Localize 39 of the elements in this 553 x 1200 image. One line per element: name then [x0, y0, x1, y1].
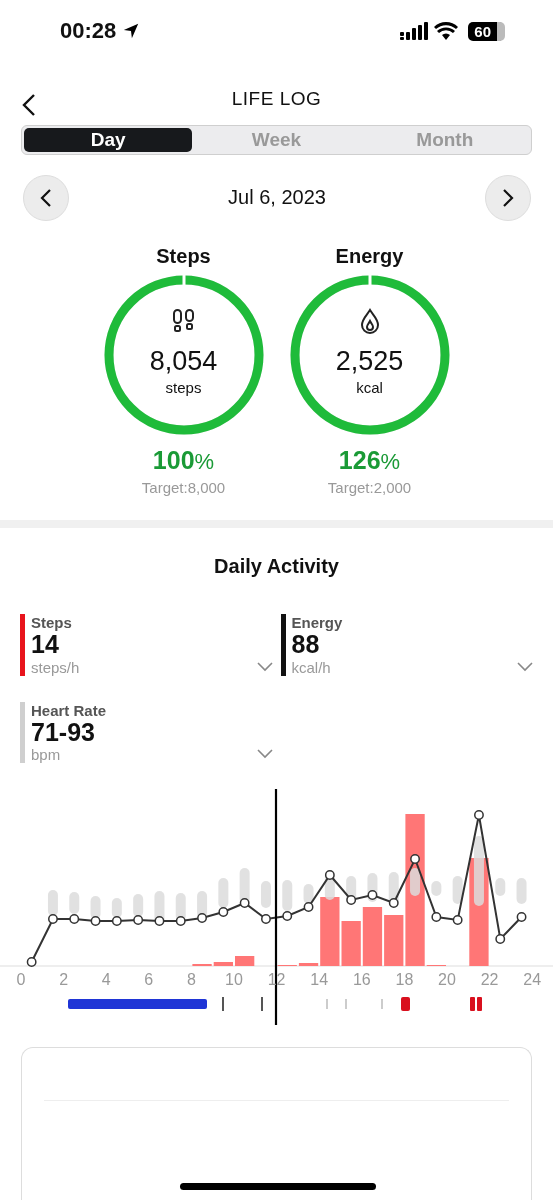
metric-value: 71-93 [31, 718, 96, 747]
period-tab[interactable]: Day [24, 127, 193, 152]
period-tab[interactable]: Month [360, 127, 529, 152]
ring-title: Energy [335, 244, 404, 268]
axis-label: 20 [438, 971, 456, 989]
metric-name: Heart Rate [31, 701, 108, 719]
ring-unit: kcal [356, 378, 383, 396]
metric-name: Steps [31, 614, 73, 632]
axis-label: 18 [395, 971, 414, 989]
ring-value: 8,054 [149, 345, 218, 377]
axis-label: 10 [225, 971, 243, 989]
metric-name: Energy [291, 614, 344, 632]
axis-label: 14 [310, 971, 329, 989]
ring-value: 2,525 [335, 345, 404, 377]
axis-label: 8 [186, 971, 196, 989]
ring-unit: steps [165, 378, 202, 396]
metric-value: 88 [291, 631, 320, 659]
metric-value: 14 [31, 631, 59, 659]
target-label: Target:8,000 [141, 478, 226, 496]
period-tab[interactable]: Week [192, 127, 361, 152]
axis-label: 22 [480, 971, 499, 989]
page-title: LIFE LOG [231, 88, 322, 111]
axis-label: 16 [352, 971, 371, 989]
target-label: Target:2,000 [327, 478, 412, 496]
date-label: Jul 6, 2023 [228, 186, 326, 210]
metric-unit: steps/h [31, 658, 81, 676]
battery-indicator: 60 [468, 21, 505, 41]
metric-unit: bpm [31, 746, 62, 764]
axis-label: 4 [101, 971, 111, 989]
axis-label: 6 [144, 971, 154, 989]
metric-unit: kcal/h [291, 658, 332, 676]
ring-title: Steps [156, 244, 211, 268]
axis-label: 24 [523, 971, 542, 989]
section-title: Daily Activity [213, 555, 340, 579]
axis-label: 0 [16, 971, 26, 989]
status-time: 00:28 [60, 18, 117, 45]
goal-percent: 100% [152, 445, 215, 475]
goal-percent: 126% [338, 445, 401, 475]
axis-label: 2 [59, 971, 69, 989]
